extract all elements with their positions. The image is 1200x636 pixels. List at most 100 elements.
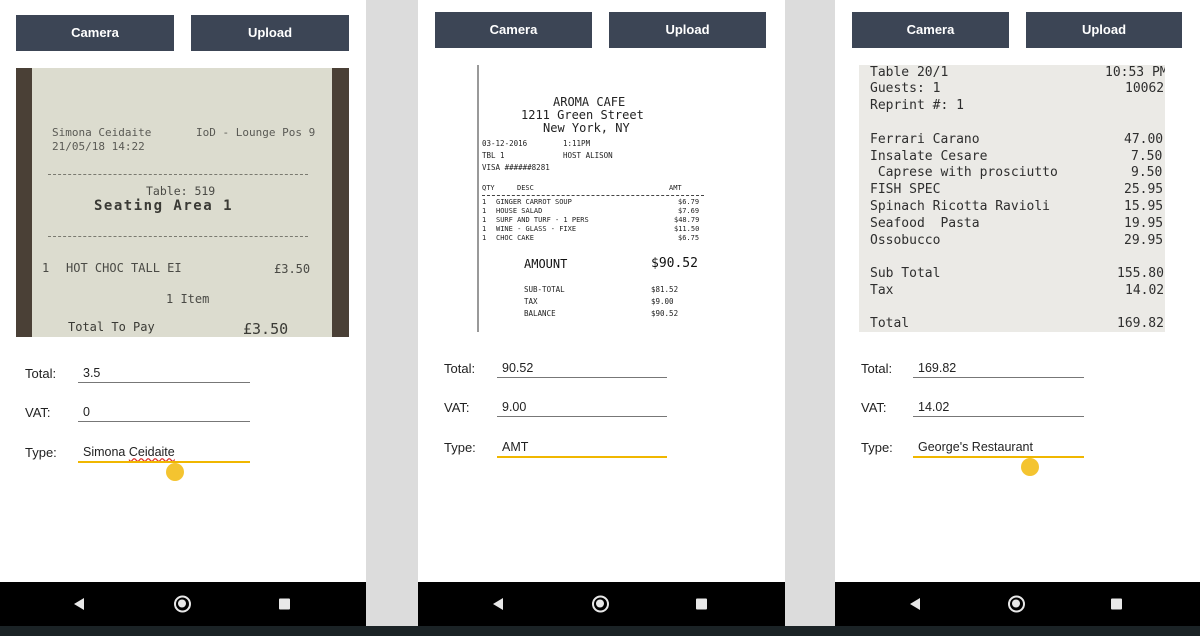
- receipt-item-qty: 1: [482, 225, 487, 233]
- text-cursor-handle[interactable]: [1021, 458, 1039, 476]
- receipt-col-qty: QTY: [482, 184, 495, 192]
- camera-button[interactable]: Camera: [16, 15, 174, 51]
- receipt-subtotal-value: $81.52: [651, 285, 679, 294]
- receipt-visa: VISA ######8281: [482, 163, 550, 172]
- receipt-datetime: 21/05/18 14:22: [52, 140, 145, 153]
- type-label: Type:: [861, 440, 893, 455]
- back-icon[interactable]: [74, 598, 84, 610]
- back-icon[interactable]: [910, 598, 920, 610]
- total-label: Total:: [861, 361, 893, 376]
- receipt-col-desc: DESC: [517, 184, 534, 192]
- receipt-item-price: 15.95: [1124, 199, 1164, 214]
- type-field[interactable]: Simona Ceidaite: [78, 445, 250, 459]
- receipt-subtotal-value: 155.80: [1117, 266, 1164, 281]
- receipt-subtotal-label: Sub Total: [870, 266, 941, 281]
- receipt-amount-label: AMOUNT: [524, 257, 568, 271]
- receipt-tax-value: 14.02: [1125, 283, 1165, 298]
- receipt-host: HOST ALISON: [563, 151, 613, 160]
- home-icon[interactable]: [1008, 595, 1025, 613]
- receipt-city: New York, NY: [543, 121, 630, 135]
- phone-screen-2: Camera Upload AROMA CAFE 1211 Green Stre…: [418, 0, 785, 626]
- vat-label: VAT:: [444, 400, 470, 415]
- upload-button[interactable]: Upload: [609, 12, 766, 48]
- receipt-item-name: Insalate Cesare: [870, 149, 988, 164]
- type-text-first: Simona: [83, 445, 126, 459]
- phone-screen-3: Camera Upload Table 20/1 10:53 PM Guests…: [835, 0, 1200, 626]
- receipt-table: TBL 1: [482, 151, 505, 160]
- receipt-tax-label: TAX: [524, 297, 538, 306]
- receipt-total-value: 169.82: [1117, 316, 1164, 331]
- vat-label: VAT:: [861, 400, 887, 415]
- receipt-item-amt: $6.79: [678, 198, 700, 206]
- recents-icon[interactable]: [1111, 598, 1122, 610]
- receipt-divider: [482, 195, 704, 196]
- receipt-total-label: Total: [870, 316, 910, 331]
- type-text-misspelled: Ceidaite: [128, 445, 175, 459]
- receipt-item-name: Spinach Ricotta Ravioli: [870, 199, 1051, 214]
- back-icon[interactable]: [493, 598, 503, 610]
- receipt-item-amt: $6.75: [678, 234, 700, 242]
- type-field-underline: [78, 461, 250, 463]
- recents-icon[interactable]: [279, 598, 290, 610]
- vat-field[interactable]: 14.02: [913, 400, 1084, 414]
- receipt-total-label: Total To Pay: [68, 320, 155, 334]
- upload-button[interactable]: Upload: [191, 15, 349, 51]
- vat-field[interactable]: 9.00: [497, 400, 667, 414]
- receipt-photo: Simona Ceidaite 21/05/18 14:22 IoD - Lou…: [16, 68, 349, 337]
- receipt-item-qty: 1: [482, 207, 487, 215]
- camera-button[interactable]: Camera: [852, 12, 1009, 48]
- receipt-item-price: 29.95: [1124, 233, 1164, 248]
- receipt-cafe-name: AROMA CAFE: [553, 95, 626, 109]
- receipt-guests: Guests: 1: [870, 81, 941, 96]
- total-field[interactable]: 169.82: [913, 361, 1084, 375]
- upload-button[interactable]: Upload: [1026, 12, 1182, 48]
- receipt-item-amt: $11.50: [674, 225, 700, 233]
- receipt-item-price: £3.50: [274, 262, 311, 276]
- receipt-table: Table: 519: [146, 184, 216, 198]
- receipt-item-desc: WINE - GLASS - FIXE: [496, 225, 577, 233]
- recents-icon[interactable]: [696, 598, 707, 610]
- receipt-item-qty: 1: [42, 261, 50, 275]
- vat-field-underline: [78, 421, 250, 422]
- receipt-item-price: 19.95: [1124, 216, 1164, 231]
- android-nav-bar: [418, 582, 785, 626]
- receipt-item-name: HOT CHOC TALL EI: [66, 261, 182, 275]
- type-field[interactable]: AMT: [497, 440, 667, 454]
- home-icon[interactable]: [174, 595, 191, 613]
- android-nav-bar: [835, 582, 1200, 626]
- camera-button[interactable]: Camera: [435, 12, 592, 48]
- receipt-balance-value: $90.52: [651, 309, 679, 318]
- receipt-item-count: 1 Item: [166, 292, 210, 306]
- receipt-item-qty: 1: [482, 216, 487, 224]
- total-field[interactable]: 3.5: [78, 366, 250, 380]
- receipt-time: 10:53 PM: [1105, 65, 1165, 80]
- type-field-underline: [497, 456, 667, 458]
- receipt-total-value: £3.50: [243, 320, 289, 337]
- receipt-tax-value: $9.00: [651, 297, 674, 306]
- receipt-item-name: Seafood Pasta: [870, 216, 980, 231]
- receipt-item-desc: SURF AND TURF - 1 PERS: [496, 216, 589, 224]
- type-label: Type:: [444, 440, 476, 455]
- receipt-col-amt: AMT: [669, 184, 682, 192]
- receipt-subtotal-label: SUB-TOTAL: [524, 285, 565, 294]
- phone-screen-1: Camera Upload Simona Ceidaite 21/05/18 1…: [0, 0, 366, 626]
- receipt-item-price: 7.50: [1131, 149, 1163, 164]
- vat-field[interactable]: 0: [78, 405, 250, 419]
- type-field[interactable]: George's Restaurant: [913, 440, 1084, 454]
- receipt-date: 03-12-2016: [482, 139, 528, 148]
- receipt-item-desc: CHOC CAKE: [496, 234, 534, 242]
- text-cursor-handle[interactable]: [166, 463, 184, 481]
- receipt-item-price: 47.00: [1124, 132, 1164, 147]
- receipt-time: 1:11PM: [563, 139, 591, 148]
- receipt-item-desc: HOUSE SALAD: [496, 207, 543, 215]
- receipt-image: Table 20/1 10:53 PM Guests: 1 10062 Repr…: [859, 65, 1165, 332]
- home-icon[interactable]: [592, 595, 609, 613]
- total-field-underline: [78, 382, 250, 383]
- type-label: Type:: [25, 445, 57, 460]
- type-field-underline: [913, 456, 1084, 458]
- vat-field-underline: [497, 416, 667, 417]
- receipt-item-qty: 1: [482, 198, 487, 206]
- receipt-tax-label: Tax: [870, 283, 894, 298]
- receipt-item-name: Caprese with prosciutto: [870, 165, 1058, 180]
- total-field[interactable]: 90.52: [497, 361, 667, 375]
